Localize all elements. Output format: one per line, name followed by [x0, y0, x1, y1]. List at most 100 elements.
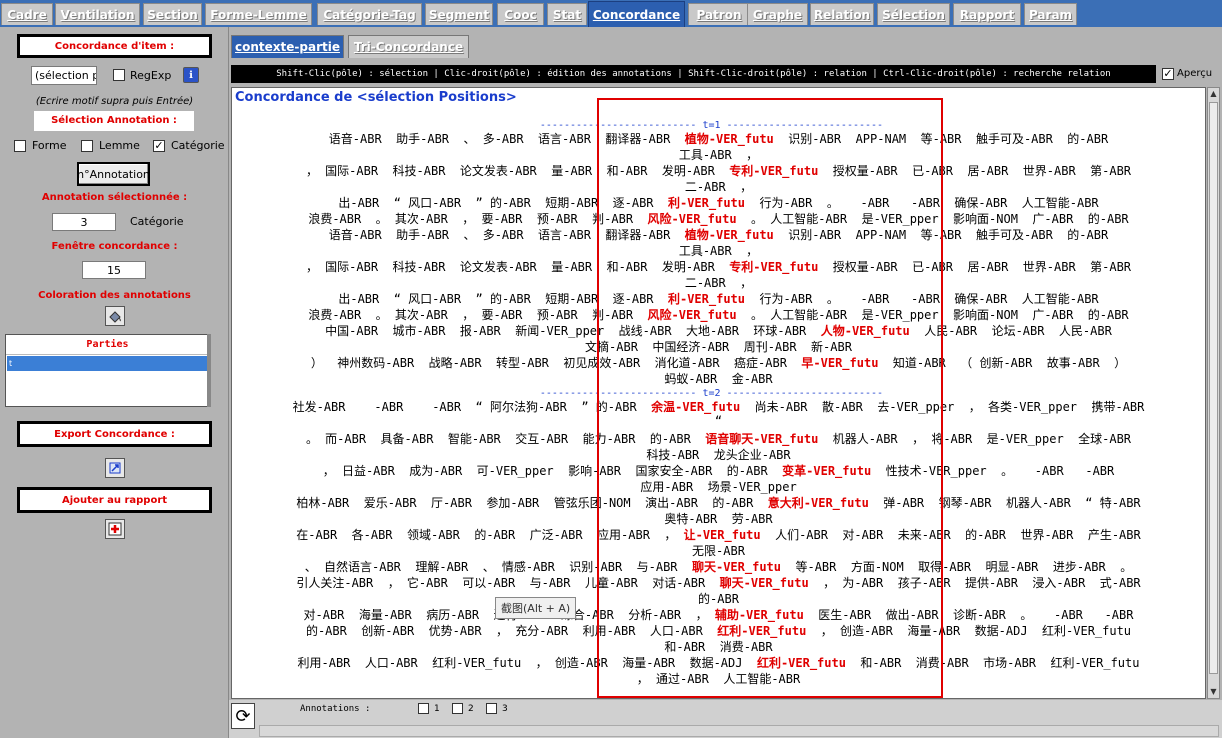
tab-param[interactable]: Param: [1024, 3, 1077, 25]
concordance-line[interactable]: 文摘-ABR 中国经济-ABR 周刊-ABR 新-ABR: [236, 338, 1201, 355]
concordance-line[interactable]: ， 国际-ABR 科技-ABR 论文发表-ABR 量-ABR 和-ABR 发明-…: [236, 162, 1201, 179]
line-pivot-context[interactable]: 红利-VER_futu: [757, 656, 846, 670]
concordance-line[interactable]: 无限-ABR: [236, 542, 1201, 559]
concordance-line[interactable]: 对-ABR 海量-ABR 病历-ABR 进行-ABR 综合-ABR 分析-ABR…: [236, 606, 1201, 623]
apercu-checkbox[interactable]: ✓: [1162, 68, 1174, 80]
subtab-contexte-partie[interactable]: contexte-partie: [231, 35, 344, 58]
nannotation-button[interactable]: n°Annotation: [77, 162, 150, 186]
tab-stat[interactable]: Stat: [547, 3, 587, 25]
fenetre-input[interactable]: 15: [82, 261, 146, 279]
line-pivot-context[interactable]: 专利-VER_futu: [729, 260, 818, 274]
concordance-line[interactable]: 中国-ABR 城市-ABR 报-ABR 新闻-VER_pper 战线-ABR 大…: [236, 322, 1201, 339]
concordance-line[interactable]: 语音-ABR 助手-ABR 、 多-ABR 语言-ABR 翻译器-ABR 植物-…: [236, 226, 1201, 243]
concordance-line[interactable]: ， 国际-ABR 科技-ABR 论文发表-ABR 量-ABR 和-ABR 发明-…: [236, 258, 1201, 275]
tab-cat-gorie-tag[interactable]: Catégorie-Tag: [317, 3, 422, 25]
forme-checkbox[interactable]: [14, 140, 26, 152]
lemme-checkbox[interactable]: [81, 140, 93, 152]
concordance-line[interactable]: 应用-ABR 场景-VER_pper: [236, 478, 1201, 495]
tab-patron[interactable]: Patron: [688, 3, 750, 25]
annotation-3-checkbox[interactable]: [486, 703, 497, 714]
add-report-icon[interactable]: [105, 519, 125, 539]
horizontal-scrollbar[interactable]: [259, 725, 1219, 737]
concordance-line[interactable]: 、 自然语言-ABR 理解-ABR 、 情感-ABR 识别-ABR 与-ABR …: [236, 558, 1201, 575]
subtab-tri-concordance[interactable]: Tri-Concordance: [348, 35, 469, 58]
line-pivot-context[interactable]: 风险-VER_futu: [648, 212, 737, 226]
concordance-line[interactable]: 工具-ABR ，: [236, 242, 1201, 259]
line-pivot-context[interactable]: 专利-VER_futu: [729, 164, 818, 178]
tab-rapport[interactable]: Rapport: [953, 3, 1021, 25]
concordance-line[interactable]: 工具-ABR ，: [236, 146, 1201, 163]
info-icon[interactable]: ℹ: [183, 67, 199, 83]
vertical-scrollbar[interactable]: ▲ ▼: [1207, 87, 1220, 699]
concordance-line[interactable]: 利用-ABR 人口-ABR 红利-VER_futu ， 创造-ABR 海量-AB…: [236, 654, 1201, 671]
annotation-2-checkbox[interactable]: [452, 703, 463, 714]
concordance-line[interactable]: 柏林-ABR 爱乐-ABR 厅-ABR 参加-ABR 管弦乐团-NOM 演出-A…: [236, 494, 1201, 511]
concordance-line[interactable]: 出-ABR “ 风口-ABR ” 的-ABR 短期-ABR 逐-ABR 利-VE…: [236, 194, 1201, 211]
line-pivot-context[interactable]: 早-VER_futu: [801, 356, 878, 370]
line-pivot-context[interactable]: 风险-VER_futu: [648, 308, 737, 322]
tab-relation[interactable]: Relation: [810, 3, 874, 25]
parties-list-item[interactable]: t: [7, 356, 208, 371]
tab-cooc[interactable]: Cooc: [497, 3, 544, 25]
annotation-1-checkbox[interactable]: [418, 703, 429, 714]
line-pivot-context[interactable]: 辅助-VER_futu: [715, 608, 804, 622]
concordance-line[interactable]: 在-ABR 各-ABR 领域-ABR 的-ABR 广泛-ABR 应用-ABR ，…: [236, 526, 1201, 543]
line-pivot-context[interactable]: 让-VER_futu: [684, 528, 761, 542]
concordance-line[interactable]: 引人关注-ABR ， 它-ABR 可以-ABR 与-ABR 儿童-ABR 对话-…: [236, 574, 1201, 591]
line-pivot-context[interactable]: 聊天-VER_futu: [720, 576, 809, 590]
forme-label: Forme: [32, 139, 67, 152]
concordance-view[interactable]: Concordance de <sélection Positions> ---…: [231, 87, 1206, 699]
concordance-line[interactable]: 蚂蚁-ABR 金-ABR: [236, 370, 1201, 387]
concordance-line[interactable]: 出-ABR “ 风口-ABR ” 的-ABR 短期-ABR 逐-ABR 利-VE…: [236, 290, 1201, 307]
scroll-down-icon[interactable]: ▼: [1208, 686, 1219, 698]
line-pivot-context[interactable]: 利-VER_futu: [668, 292, 745, 306]
tab-ventilation[interactable]: Ventilation: [55, 3, 140, 25]
concordance-line[interactable]: 语音-ABR 助手-ABR 、 多-ABR 语言-ABR 翻译器-ABR 植物-…: [236, 130, 1201, 147]
export-icon[interactable]: [105, 458, 125, 478]
line-pivot-context[interactable]: 植物-VER_futu: [685, 132, 774, 146]
search-input[interactable]: (sélection po: [31, 66, 97, 85]
line-pivot-context[interactable]: 聊天-VER_futu: [692, 560, 781, 574]
concordance-line[interactable]: 。 而-ABR 具备-ABR 智能-ABR 交互-ABR 能力-ABR 的-AB…: [236, 430, 1201, 447]
concordance-line[interactable]: 浪费-ABR 。 其次-ABR ， 要-ABR 预-ABR 判-ABR 风险-V…: [236, 210, 1201, 227]
tab-cadre[interactable]: Cadre: [1, 3, 53, 25]
parties-scrollbar[interactable]: [207, 334, 211, 407]
tab-segment[interactable]: Segment: [425, 3, 493, 25]
parties-header: Parties: [6, 335, 209, 355]
concordance-line[interactable]: 二-ABR ，: [236, 274, 1201, 291]
scroll-up-icon[interactable]: ▲: [1208, 88, 1219, 100]
tab-section[interactable]: Section: [143, 3, 202, 25]
concordance-line[interactable]: 社发-ABR -ABR -ABR “ 阿尔法狗-ABR ” 的-ABR 余温-V…: [236, 398, 1201, 415]
concordance-line[interactable]: ， 通过-ABR 人工智能-ABR: [236, 670, 1201, 687]
concordance-line[interactable]: “: [236, 414, 1201, 428]
concordance-line[interactable]: 浪费-ABR 。 其次-ABR ， 要-ABR 预-ABR 判-ABR 风险-V…: [236, 306, 1201, 323]
line-pivot-context[interactable]: 余温-VER_futu: [651, 400, 740, 414]
concordance-line[interactable]: 奥特-ABR 劳-ABR: [236, 510, 1201, 527]
annotation-value-input[interactable]: 3: [52, 213, 116, 231]
concordance-line[interactable]: 二-ABR ，: [236, 178, 1201, 195]
line-pivot-context[interactable]: 植物-VER_futu: [685, 228, 774, 242]
line-pivot-context[interactable]: 意大利-VER_futu: [768, 496, 869, 510]
concordance-line[interactable]: 的-ABR: [236, 590, 1201, 607]
concordance-line[interactable]: 的-ABR 创新-ABR 优势-ABR ， 充分-ABR 利用-ABR 人口-A…: [236, 622, 1201, 639]
concordance-line[interactable]: ） 神州数码-ABR 战略-ABR 转型-ABR 初见成效-ABR 消化道-AB…: [236, 354, 1201, 371]
regexp-checkbox[interactable]: [113, 69, 125, 81]
concordance-line[interactable]: 和-ABR 消费-ABR: [236, 638, 1201, 655]
paint-bucket-icon[interactable]: [105, 306, 125, 326]
line-pivot-context[interactable]: 红利-VER_futu: [717, 624, 806, 638]
line-pivot-context[interactable]: 利-VER_futu: [668, 196, 745, 210]
tab-concordance[interactable]: Concordance: [588, 1, 685, 27]
scroll-thumb[interactable]: [1209, 102, 1218, 674]
tab-graphe[interactable]: Graphe: [747, 3, 808, 25]
refresh-icon[interactable]: ⟳: [231, 703, 255, 729]
tab-forme-lemme[interactable]: Forme-Lemme: [205, 3, 312, 25]
concordance-line[interactable]: ， 日益-ABR 成为-ABR 可-VER_pper 影响-ABR 国家安全-A…: [236, 462, 1201, 479]
tab-s-lection[interactable]: Sélection: [877, 3, 950, 25]
parties-list[interactable]: Parties t: [5, 334, 210, 407]
concordance-line[interactable]: 科技-ABR 龙头企业-ABR: [236, 446, 1201, 463]
categorie-checkbox[interactable]: ✓: [153, 140, 165, 152]
line-pivot-context[interactable]: 人物-VER_futu: [821, 324, 910, 338]
line-pivot-context[interactable]: 语音聊天-VER_futu: [705, 432, 818, 446]
line-right-context: 授权量-ABR 已-ABR 居-ABR 世界-ABR 第-ABR: [818, 260, 1132, 274]
line-pivot-context[interactable]: 变革-VER_futu: [782, 464, 871, 478]
